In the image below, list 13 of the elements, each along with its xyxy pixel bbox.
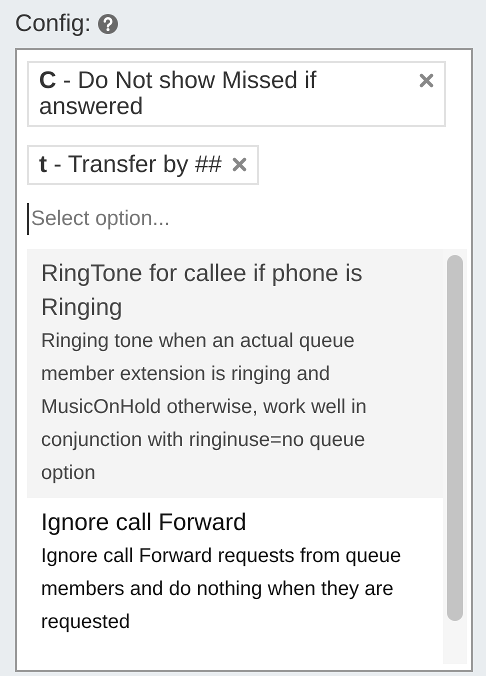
scrollbar-thumb[interactable] — [447, 255, 463, 621]
option-description: Ringing tone when an actual queue member extension is ringing and MusicOnHold otherwise, work well in conjunction with ringinuse=no queue option — [41, 329, 368, 486]
remove-icon[interactable] — [419, 73, 434, 88]
tag-label: C - Do Not show Missed if answered — [39, 68, 318, 120]
remove-icon[interactable] — [232, 157, 247, 172]
multiselect-field[interactable] — [15, 48, 473, 672]
option-description: Ignore call Forward requests from queue members and do nothing when they are requested — [41, 544, 402, 635]
dropdown-option[interactable]: RingTone for callee if phone is Ringing Ringing tone when an actual queue member extension is ringing and MusicOnHold otherwise, work well in conjunction with ringinuse=no queue option — [27, 249, 443, 498]
field-label: Config: — [15, 10, 92, 38]
option-title: RingTone for callee if phone is Ringing — [41, 259, 364, 323]
help-icon[interactable] — [97, 13, 120, 35]
tag-label: t - Transfer by ## — [39, 152, 222, 178]
option-title: Ignore call Forward — [41, 508, 248, 538]
